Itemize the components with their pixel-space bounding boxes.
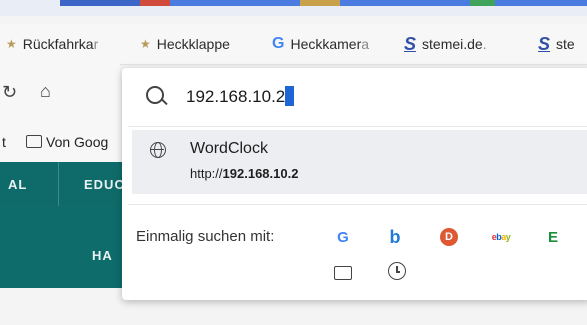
stemei-icon: S bbox=[538, 34, 551, 54]
home-icon[interactable]: ⌂ bbox=[40, 81, 51, 102]
history-search-icon[interactable] bbox=[388, 262, 406, 280]
bookmark-label: Heckkamera bbox=[290, 36, 370, 52]
divider bbox=[128, 204, 587, 205]
divider bbox=[128, 126, 587, 127]
bookmark-label: stemei.de. bbox=[422, 36, 487, 52]
bing-search-icon[interactable]: b bbox=[384, 226, 406, 248]
address-input[interactable]: 192.168.10.2 bbox=[186, 86, 295, 107]
duckduckgo-icon: D bbox=[440, 228, 458, 246]
ecosia-search-icon[interactable]: E bbox=[542, 226, 564, 248]
site-nav-item[interactable]: AL bbox=[8, 177, 27, 192]
tab-sliver bbox=[170, 0, 300, 6]
site-navigation-row: HA bbox=[0, 206, 130, 288]
site-navigation: AL EDUC bbox=[0, 162, 130, 206]
tab-strip bbox=[0, 0, 587, 16]
globe-icon bbox=[150, 142, 166, 158]
folder-icon bbox=[26, 135, 42, 148]
bookmark-heckkamera[interactable]: G Heckkamera bbox=[272, 34, 382, 54]
bookmark-heckklappe[interactable]: ★ Heckklappe bbox=[140, 34, 250, 54]
bookmarks-bar-row: t Von Goog bbox=[0, 124, 120, 162]
bookmark-stemei[interactable]: S stemei.de. bbox=[404, 34, 519, 54]
star-icon: ★ bbox=[140, 37, 151, 51]
divider bbox=[58, 162, 59, 206]
bookmarks-bar: ★ Rückfahrkar ★ Heckklappe G Heckkamera … bbox=[0, 24, 587, 65]
bookmark-rueckfahrkamera[interactable]: ★ Rückfahrkar bbox=[6, 34, 116, 54]
site-nav-item[interactable]: EDUC bbox=[84, 177, 125, 192]
omnibox[interactable]: 192.168.10.2 bbox=[122, 68, 587, 126]
search-engines-label: Einmalig suchen mit: bbox=[136, 228, 275, 245]
tab-sliver bbox=[470, 0, 495, 6]
site-nav-item[interactable]: HA bbox=[92, 248, 113, 263]
tab-sliver bbox=[140, 0, 170, 6]
bookmark-label: Heckklappe bbox=[156, 36, 230, 52]
bookmark-stemei-2[interactable]: S ste bbox=[538, 34, 587, 54]
omnibox-dropdown: 192.168.10.2 WordClock http://192.168.10… bbox=[122, 68, 587, 300]
reload-icon[interactable]: ↻ bbox=[2, 82, 17, 103]
search-icon bbox=[146, 86, 164, 104]
suggestion-wordclock[interactable]: WordClock http://192.168.10.2 bbox=[132, 130, 587, 194]
suggestion-title: WordClock bbox=[190, 140, 268, 157]
stemei-icon: S bbox=[404, 34, 417, 54]
tab-sliver bbox=[495, 0, 587, 6]
browser-toolbar: ↻ ⌂ bbox=[0, 64, 120, 124]
tab-sliver bbox=[340, 0, 470, 6]
star-icon: ★ bbox=[6, 37, 17, 51]
bookmark-folder-von-google[interactable]: Von Goog bbox=[26, 134, 108, 150]
bookmark-label: Rückfahrkar bbox=[22, 36, 99, 52]
bookmark-folder-label: Von Goog bbox=[46, 134, 109, 150]
bookmark-label: ste bbox=[556, 36, 575, 52]
ebay-search-icon[interactable]: ebay bbox=[490, 226, 512, 248]
tab-sliver bbox=[60, 0, 140, 6]
google-icon: G bbox=[272, 35, 285, 52]
google-search-icon[interactable]: G bbox=[332, 226, 354, 248]
duckduckgo-search-icon[interactable]: D bbox=[438, 226, 460, 248]
tab-sliver bbox=[300, 0, 340, 6]
tabs-search-icon[interactable] bbox=[334, 266, 352, 280]
text-caret bbox=[285, 86, 295, 106]
suggestion-url: http://192.168.10.2 bbox=[190, 166, 299, 181]
bookmark-partial[interactable]: t bbox=[2, 134, 6, 150]
